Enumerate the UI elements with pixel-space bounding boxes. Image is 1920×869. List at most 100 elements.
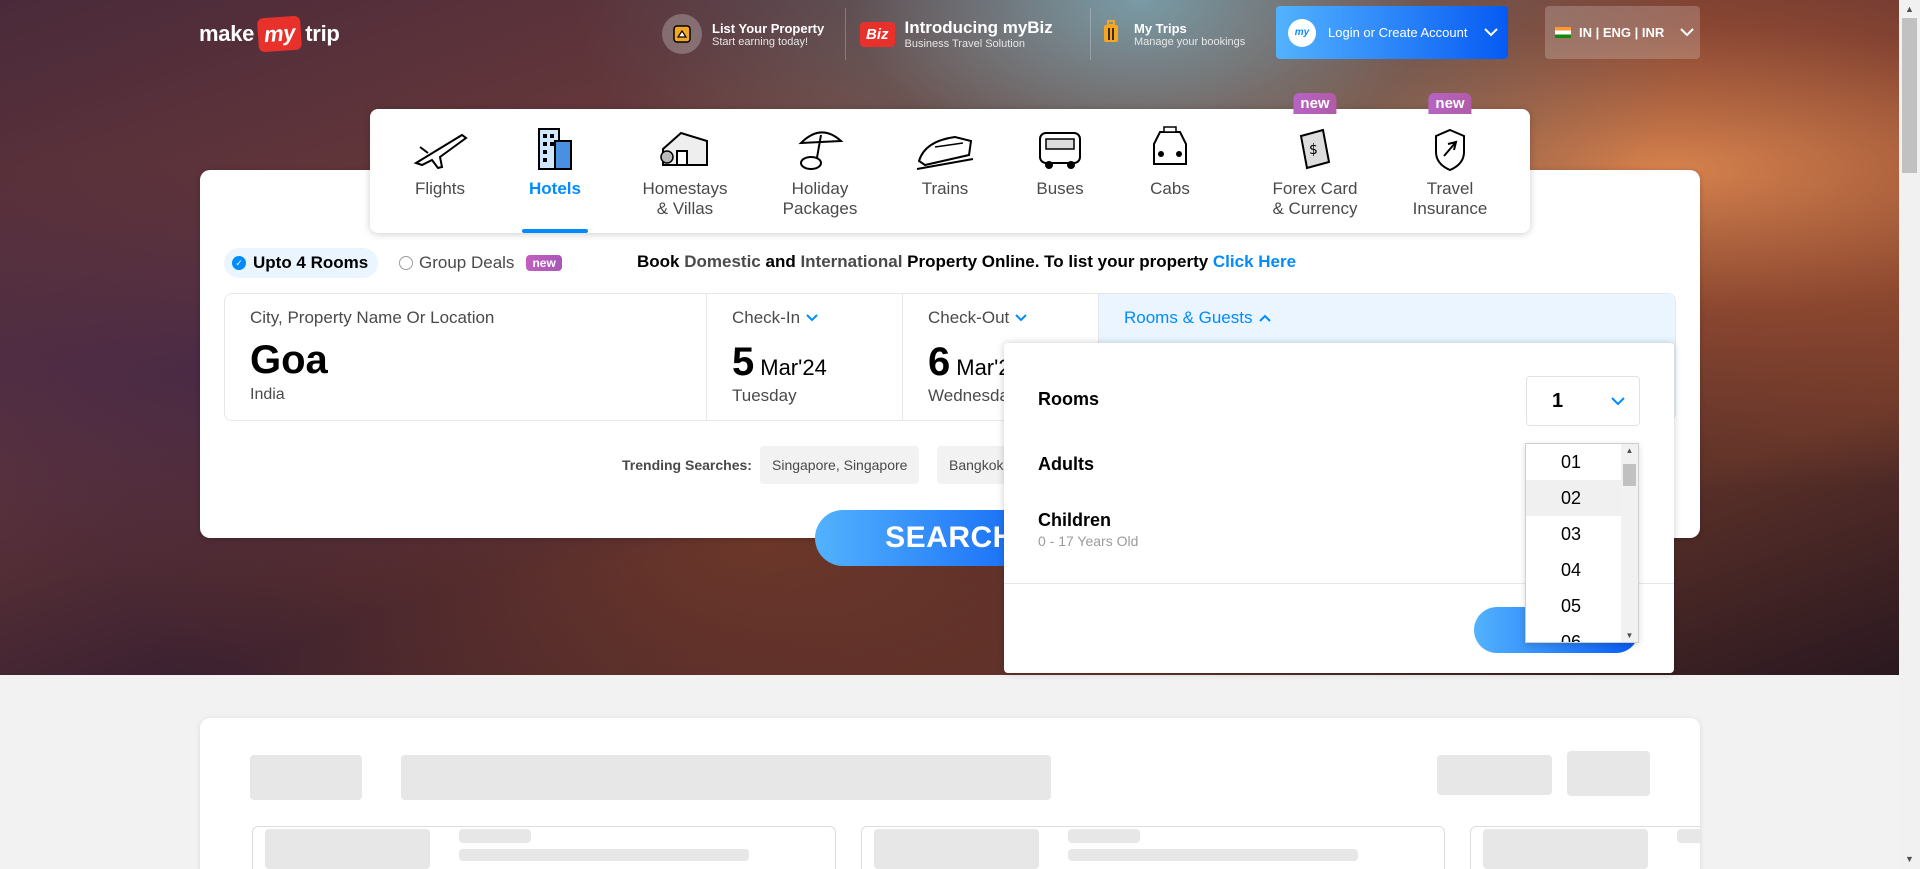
skeleton-block [1068,849,1358,861]
mybiz-link[interactable]: Biz Introducing myBiz Business Travel So… [860,12,1053,56]
skeleton-block [459,849,749,861]
page-scroll-thumb[interactable] [1902,18,1917,173]
chevron-down-icon [1484,25,1498,40]
nav-label: Hotels [529,179,581,198]
nav-travel-insurance[interactable]: new Travel Insurance [1405,93,1495,233]
city-country: India [250,386,285,403]
nav-label: Buses [1036,179,1084,198]
locale-label: IN | ENG | INR [1579,25,1665,40]
chevron-down-icon [1680,25,1694,40]
skeleton-block [874,829,1039,869]
adults-dropdown-list[interactable]: 01 02 03 04 05 06 ▲ ▼ [1525,443,1639,643]
skeleton-block [1437,755,1552,795]
logo-my: my [256,15,303,53]
scroll-up-icon[interactable]: ▲ [1624,446,1635,455]
scroll-down-icon[interactable]: ▼ [1903,852,1916,866]
flight-icon [410,121,470,177]
hotel-icon [525,121,585,177]
checkout-label: Check-Out [928,308,1010,327]
nav-buses[interactable]: Buses [1025,109,1095,233]
nav-label: Travel Insurance [1412,179,1488,218]
my-trips-link[interactable]: My Trips Manage your bookings [1102,12,1245,56]
skeleton-tile [252,826,836,869]
nav-forex[interactable]: new $ Forex Card & Currency [1260,93,1370,233]
nav-label: Forex Card & Currency [1272,179,1358,218]
chevron-down-icon [806,311,818,325]
logo-make: make [199,21,255,46]
checkin-label: Check-In [732,308,801,327]
skeleton-tile [1470,826,1700,869]
house-icon [662,14,702,54]
nav-label: Holiday Packages [782,179,858,218]
insurance-icon [1420,121,1480,177]
login-button[interactable]: my Login or Create Account [1276,6,1508,59]
trending-chip[interactable]: Singapore, Singapore [760,446,920,484]
header-divider [845,8,846,60]
logo-trip: trip [305,21,340,46]
loading-placeholder-card [200,718,1700,869]
click-here-link[interactable]: Click Here [1213,252,1296,271]
nav-label: Trains [921,179,969,198]
checkout-day: 6 [928,340,951,384]
book-text-part: and [760,252,801,271]
nav-flights[interactable]: Flights [390,109,490,233]
nav-label: Cabs [1150,179,1190,198]
new-badge: new [1293,93,1337,114]
skeleton-tile [861,826,1445,869]
book-text-domestic: Domestic [684,252,761,271]
holiday-icon [790,121,850,177]
list-property-title: List Your Property [712,20,825,36]
rooms-guests-label: Rooms & Guests [1124,308,1253,327]
active-tab-underline [522,229,588,233]
my-trips-subtitle: Manage your bookings [1134,35,1246,48]
rooms-label: Rooms [1038,389,1100,409]
checkin-day: 5 [732,340,755,384]
radio-selected-icon: ✓ [232,256,246,270]
skeleton-block [1567,751,1650,796]
nav-holiday-packages[interactable]: Holiday Packages [770,109,870,233]
checkin-month: Mar'24 [760,355,827,380]
children-age-hint: 0 - 17 Years Old [1038,533,1139,549]
group-deals-option[interactable]: Group Deals new [399,248,562,278]
checkin-field[interactable]: Check-In 5 Mar'24 Tuesday [707,294,903,420]
book-text-international: International [800,252,903,271]
nav-trains[interactable]: Trains [905,109,985,233]
nav-homestays[interactable]: Homestays & Villas [630,109,740,233]
search-button-label: SEARCH [885,521,1015,554]
skeleton-block [401,755,1051,800]
checkin-weekday: Tuesday [732,386,797,405]
dropdown-scroll-thumb[interactable] [1623,464,1636,486]
bus-icon [1030,121,1090,177]
new-badge: new [526,255,562,271]
user-avatar-icon: my [1288,18,1316,47]
mybiz-badge: Biz [860,21,895,47]
product-nav: Flights Hotels Homestays & Villas Holida… [370,93,1530,233]
train-icon [915,121,975,177]
nav-cabs[interactable]: Cabs [1140,109,1200,233]
nav-hotels[interactable]: Hotels [522,109,588,233]
mybiz-subtitle: Business Travel Solution [904,38,1025,50]
children-label: Children [1038,510,1112,530]
my-trips-title: My Trips [1134,20,1187,36]
book-property-text: Book Domestic and International Property… [637,252,1296,272]
list-property-link[interactable]: List Your Property Start earning today! [662,12,824,56]
rooms-select[interactable]: 1 [1526,376,1640,426]
nav-label: Homestays & Villas [642,179,728,218]
suitcase-icon [1102,19,1120,49]
upto-4-rooms-label: Upto 4 Rooms [253,253,369,272]
locale-selector[interactable]: IN | ENG | INR [1545,6,1700,59]
homestay-icon [655,121,715,177]
skeleton-block [250,755,362,800]
svg-text:$: $ [1309,142,1318,158]
scroll-up-icon[interactable]: ▲ [1903,2,1916,16]
upto-4-rooms-option[interactable]: ✓ Upto 4 Rooms [224,248,379,278]
city-field[interactable]: City, Property Name Or Location Goa Indi… [225,294,707,420]
book-text-part: Book [637,252,685,271]
city-label: City, Property Name Or Location [250,308,495,327]
scroll-down-icon[interactable]: ▼ [1624,631,1635,640]
adults-label: Adults [1038,454,1094,474]
skeleton-block [459,829,531,843]
chevron-down-icon [1611,393,1625,409]
makemytrip-logo[interactable]: make my trip [199,14,340,54]
forex-icon: $ [1285,121,1345,177]
